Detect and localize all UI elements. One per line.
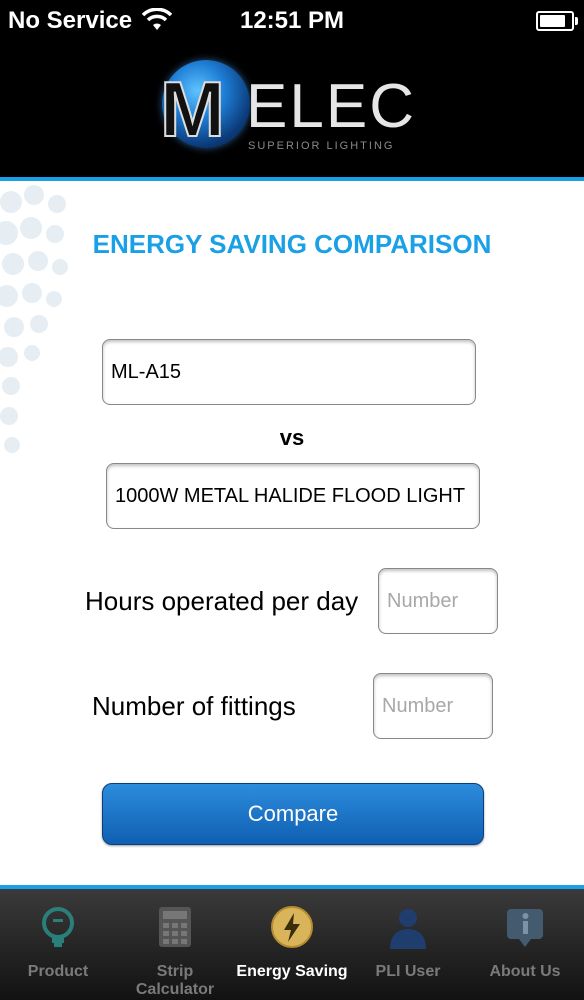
vs-label: vs <box>279 425 305 450</box>
status-bar: No Service 12:51 PM <box>0 0 584 42</box>
tab-pli-user-label: PLI User <box>375 963 441 980</box>
page-title: ENERGY SAVING COMPARISON <box>92 229 492 259</box>
clock: 12:51 PM <box>239 7 345 34</box>
product-icon <box>36 905 80 949</box>
hours-label: Hours operated per day <box>85 586 359 616</box>
tab-strip-calculator-label: Strip Calculator <box>135 963 215 998</box>
tab-pli-user[interactable]: PLI User <box>350 889 466 1000</box>
tab-energy-saving[interactable]: Energy Saving <box>234 889 350 1000</box>
battery-icon <box>536 11 578 31</box>
product-a-value: ML-A15 <box>111 360 182 383</box>
tab-product[interactable]: Product <box>0 889 116 1000</box>
energy-saving-panel: ENERGY SAVING COMPARISON ML-A15 vs 1000W… <box>0 177 584 885</box>
logo-subtitle: SUPERIOR LIGHTING <box>248 140 395 152</box>
product-a-selector[interactable]: ML-A15 <box>102 339 476 405</box>
tab-bar: Product Strip Calculator Energy Saving P… <box>0 885 584 1000</box>
calculator-icon <box>153 905 197 949</box>
melec-logo: M ELEC SUPERIOR LIGHTING <box>159 52 430 157</box>
tab-about-us[interactable]: About Us <box>466 889 584 1000</box>
product-b-value: 1000W METAL HALIDE FLOOD LIGHT <box>115 484 466 507</box>
product-b-selector[interactable]: 1000W METAL HALIDE FLOOD LIGHT <box>106 463 480 529</box>
lightning-icon <box>270 905 314 949</box>
fittings-input[interactable] <box>373 673 493 739</box>
compare-button[interactable]: Compare <box>102 783 484 845</box>
logo-text: ELEC <box>246 72 416 141</box>
user-icon <box>386 905 430 949</box>
hours-input[interactable] <box>378 568 498 634</box>
tab-about-us-label: About Us <box>489 963 561 980</box>
app-header: M ELEC SUPERIOR LIGHTING <box>0 42 584 177</box>
info-icon <box>503 905 547 949</box>
logo-m: M <box>159 65 226 153</box>
tab-product-label: Product <box>27 963 89 980</box>
tab-strip-calculator[interactable]: Strip Calculator <box>116 889 234 1000</box>
tab-energy-saving-label: Energy Saving <box>236 963 348 980</box>
fittings-label: Number of fittings <box>92 691 296 721</box>
